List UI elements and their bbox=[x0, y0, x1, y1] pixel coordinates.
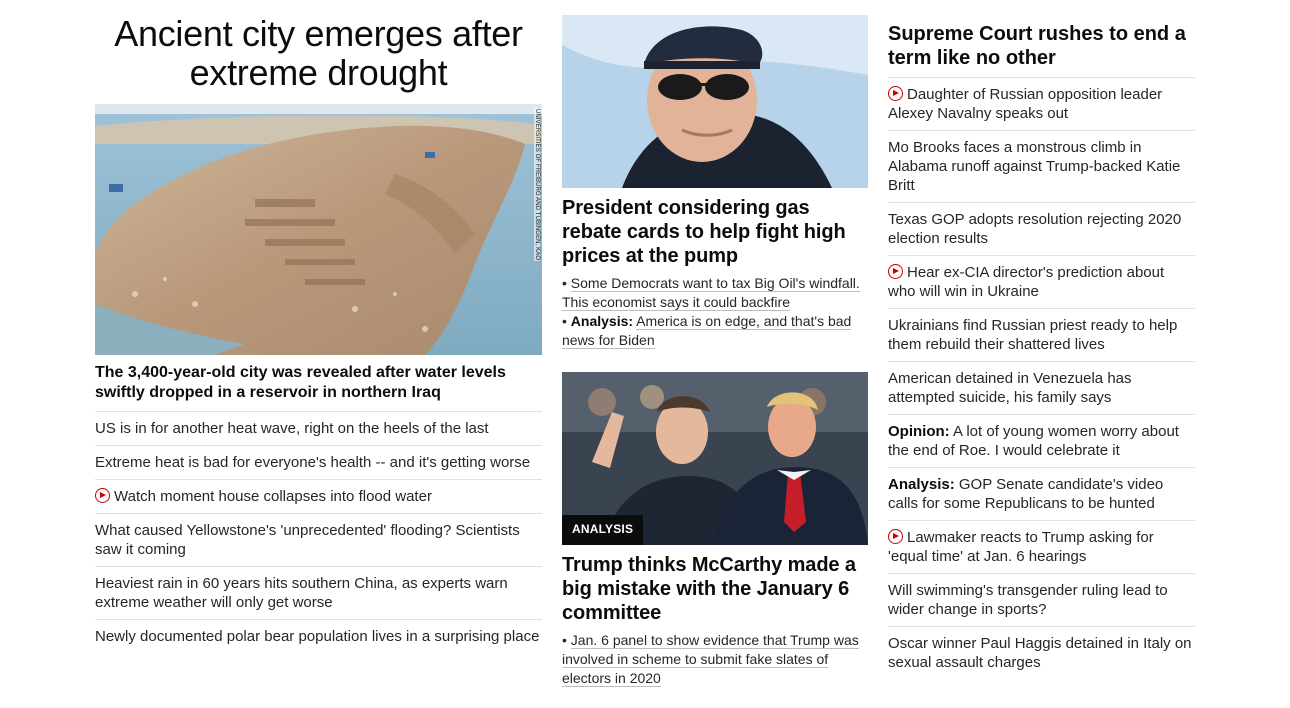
bullet: • bbox=[562, 632, 571, 648]
hero-image[interactable]: UNIVERSITIES OF FREIBURG AND TUBINGEN, K… bbox=[95, 104, 542, 355]
list-item-text[interactable]: Ukrainians find Russian priest ready to … bbox=[888, 317, 1177, 353]
list-item[interactable]: Analysis: GOP Senate candidate's video c… bbox=[888, 468, 1195, 521]
list-item-text[interactable]: Heaviest rain in 60 years hits southern … bbox=[95, 575, 508, 611]
main-headline[interactable]: Ancient city emerges after extreme droug… bbox=[95, 14, 542, 92]
list-item[interactable]: Watch moment house collapses into flood … bbox=[95, 480, 542, 514]
play-icon bbox=[888, 86, 903, 101]
list-item[interactable]: Ukrainians find Russian priest ready to … bbox=[888, 309, 1195, 362]
story1-photo bbox=[562, 15, 868, 188]
list-item-text[interactable]: American detained in Venezuela has attem… bbox=[888, 370, 1132, 406]
list-item[interactable]: Texas GOP adopts resolution rejecting 20… bbox=[888, 203, 1195, 256]
list-item[interactable]: Heaviest rain in 60 years hits southern … bbox=[95, 567, 542, 620]
list-item[interactable]: What caused Yellowstone's 'unprecedented… bbox=[95, 514, 542, 567]
left-link-list: US is in for another heat wave, right on… bbox=[95, 412, 542, 653]
right-headline[interactable]: Supreme Court rushes to end a term like … bbox=[888, 22, 1195, 78]
list-item[interactable]: US is in for another heat wave, right on… bbox=[95, 412, 542, 446]
list-item[interactable]: American detained in Venezuela has attem… bbox=[888, 362, 1195, 415]
image-credit: UNIVERSITIES OF FREIBURG AND TUBINGEN, K… bbox=[534, 108, 540, 262]
left-column: Ancient city emerges after extreme droug… bbox=[95, 0, 542, 653]
middle-column: President considering gas rebate cards t… bbox=[562, 0, 868, 688]
list-item-text[interactable]: Oscar winner Paul Haggis detained in Ita… bbox=[888, 635, 1192, 671]
story1-sub2[interactable]: • Analysis: America is on edge, and that… bbox=[562, 312, 868, 350]
list-item-text[interactable]: US is in for another heat wave, right on… bbox=[95, 420, 489, 437]
list-item-text[interactable]: Daughter of Russian opposition leader Al… bbox=[888, 86, 1162, 122]
bullet: • bbox=[562, 275, 571, 291]
list-item-text[interactable]: Will swimming's transgender ruling lead … bbox=[888, 582, 1168, 618]
analysis-badge: ANALYSIS bbox=[562, 515, 644, 545]
play-icon bbox=[888, 529, 903, 544]
opinion-label: Opinion: bbox=[888, 423, 950, 440]
story1-sub2-label: Analysis: bbox=[570, 313, 634, 329]
list-item[interactable]: Mo Brooks faces a monstrous climb in Ala… bbox=[888, 131, 1195, 203]
list-item[interactable]: Daughter of Russian opposition leader Al… bbox=[888, 78, 1195, 131]
hero-caption[interactable]: The 3,400-year-old city was revealed aft… bbox=[95, 363, 542, 412]
list-item-text[interactable]: Watch moment house collapses into flood … bbox=[114, 488, 432, 505]
list-item-text[interactable]: Mo Brooks faces a monstrous climb in Ala… bbox=[888, 139, 1180, 194]
story1-sub1-text[interactable]: Some Democrats want to tax Big Oil's win… bbox=[562, 275, 860, 311]
story2-sub1-text[interactable]: Jan. 6 panel to show evidence that Trump… bbox=[562, 632, 859, 687]
analysis-label: Analysis: bbox=[888, 476, 955, 493]
play-icon bbox=[95, 488, 110, 503]
bullet: • bbox=[562, 313, 571, 329]
hero-photo bbox=[95, 104, 542, 355]
story2-headline[interactable]: Trump thinks McCarthy made a big mistake… bbox=[562, 553, 868, 625]
right-link-list: Daughter of Russian opposition leader Al… bbox=[888, 78, 1195, 679]
list-item[interactable]: Hear ex-CIA director's prediction about … bbox=[888, 256, 1195, 309]
list-item[interactable]: Lawmaker reacts to Trump asking for 'equ… bbox=[888, 521, 1195, 574]
play-icon bbox=[888, 264, 903, 279]
list-item[interactable]: Newly documented polar bear population l… bbox=[95, 620, 542, 653]
list-item-text[interactable]: Extreme heat is bad for everyone's healt… bbox=[95, 454, 530, 471]
story2-image[interactable]: ANALYSIS bbox=[562, 372, 868, 545]
right-column: Supreme Court rushes to end a term like … bbox=[888, 0, 1195, 679]
list-item-text[interactable]: Lawmaker reacts to Trump asking for 'equ… bbox=[888, 529, 1154, 565]
story2-sub1[interactable]: • Jan. 6 panel to show evidence that Tru… bbox=[562, 631, 868, 688]
list-item-text[interactable]: What caused Yellowstone's 'unprecedented… bbox=[95, 522, 520, 558]
story1-sub1[interactable]: • Some Democrats want to tax Big Oil's w… bbox=[562, 274, 868, 312]
list-item[interactable]: Extreme heat is bad for everyone's healt… bbox=[95, 446, 542, 480]
list-item-text[interactable]: Texas GOP adopts resolution rejecting 20… bbox=[888, 211, 1181, 247]
story1-image[interactable] bbox=[562, 15, 868, 188]
list-item[interactable]: Oscar winner Paul Haggis detained in Ita… bbox=[888, 627, 1195, 679]
list-item[interactable]: Will swimming's transgender ruling lead … bbox=[888, 574, 1195, 627]
list-item-text[interactable]: Newly documented polar bear population l… bbox=[95, 628, 539, 645]
story1-headline[interactable]: President considering gas rebate cards t… bbox=[562, 196, 868, 268]
list-item-text[interactable]: Hear ex-CIA director's prediction about … bbox=[888, 264, 1164, 300]
list-item[interactable]: Opinion: A lot of young women worry abou… bbox=[888, 415, 1195, 468]
